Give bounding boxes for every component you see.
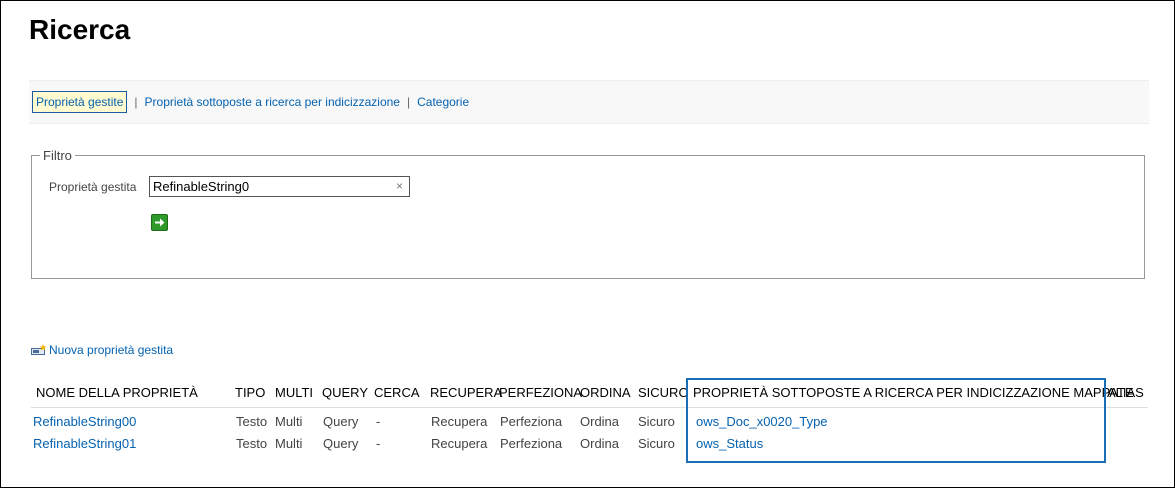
tab-categories[interactable]: Categorie	[417, 95, 469, 109]
tab-crawled-properties[interactable]: Proprietà sottoposte a ricerca per indic…	[145, 95, 400, 109]
col-header-multi[interactable]: MULTI	[275, 385, 313, 400]
col-header-refine[interactable]: PERFEZIONA	[499, 385, 582, 400]
table-row-name-link[interactable]: RefinableString01	[33, 436, 136, 451]
table-cell-safe: Sicuro	[638, 436, 675, 451]
col-header-query[interactable]: QUERY	[322, 385, 368, 400]
col-header-alias[interactable]: ALIAS	[1107, 385, 1144, 400]
table-cell-retrieve: Recupera	[431, 436, 488, 451]
table-cell-query: Query	[323, 436, 359, 451]
new-property-icon	[31, 343, 47, 355]
table-cell-multi: Multi	[275, 414, 303, 429]
col-header-name[interactable]: NOME DELLA PROPRIETÀ	[36, 385, 198, 400]
table-cell-search: -	[376, 436, 381, 451]
filter-legend: Filtro	[43, 148, 72, 163]
filter-panel: Filtro	[31, 148, 1145, 279]
col-header-type[interactable]: TIPO	[235, 385, 265, 400]
new-managed-property-label: Nuova proprietà gestita	[49, 343, 174, 357]
clear-icon[interactable]: ×	[396, 179, 403, 193]
page-title: Ricerca	[29, 14, 131, 45]
col-header-sort[interactable]: ORDINA	[580, 385, 631, 400]
table-cell-query: Query	[323, 414, 359, 429]
arrow-right-icon[interactable]	[151, 214, 168, 231]
table-cell-multi: Multi	[275, 436, 303, 451]
table-cell-search: -	[376, 414, 381, 429]
new-managed-property-link[interactable]: Nuova proprietà gestita	[31, 343, 173, 357]
filter-label: Proprietà gestita	[49, 180, 137, 194]
col-header-retrieve[interactable]: RECUPERA	[430, 385, 502, 400]
table-cell-sort: Ordina	[580, 414, 620, 429]
table-cell-refine: Perfeziona	[500, 414, 563, 429]
tab-separator: |	[134, 95, 138, 109]
table-cell-retrieve: Recupera	[431, 414, 488, 429]
tab-separator: |	[406, 95, 411, 109]
tab-bar: Proprietà gestite | Proprietà sottoposte…	[29, 80, 1149, 124]
tab-managed-properties[interactable]: Proprietà gestite	[32, 91, 128, 113]
table-cell-type: Testo	[236, 436, 268, 451]
table-cell-sort: Ordina	[580, 436, 620, 451]
mapped-properties-highlight	[686, 378, 1106, 463]
col-header-search[interactable]: CERCA	[374, 385, 420, 400]
table-cell-safe: Sicuro	[638, 414, 675, 429]
col-header-safe[interactable]: SICURO	[638, 385, 689, 400]
table-row-name-link[interactable]: RefinableString00	[33, 414, 136, 429]
table-cell-type: Testo	[236, 414, 268, 429]
table-cell-refine: Perfeziona	[500, 436, 563, 451]
managed-property-input[interactable]	[149, 176, 410, 197]
